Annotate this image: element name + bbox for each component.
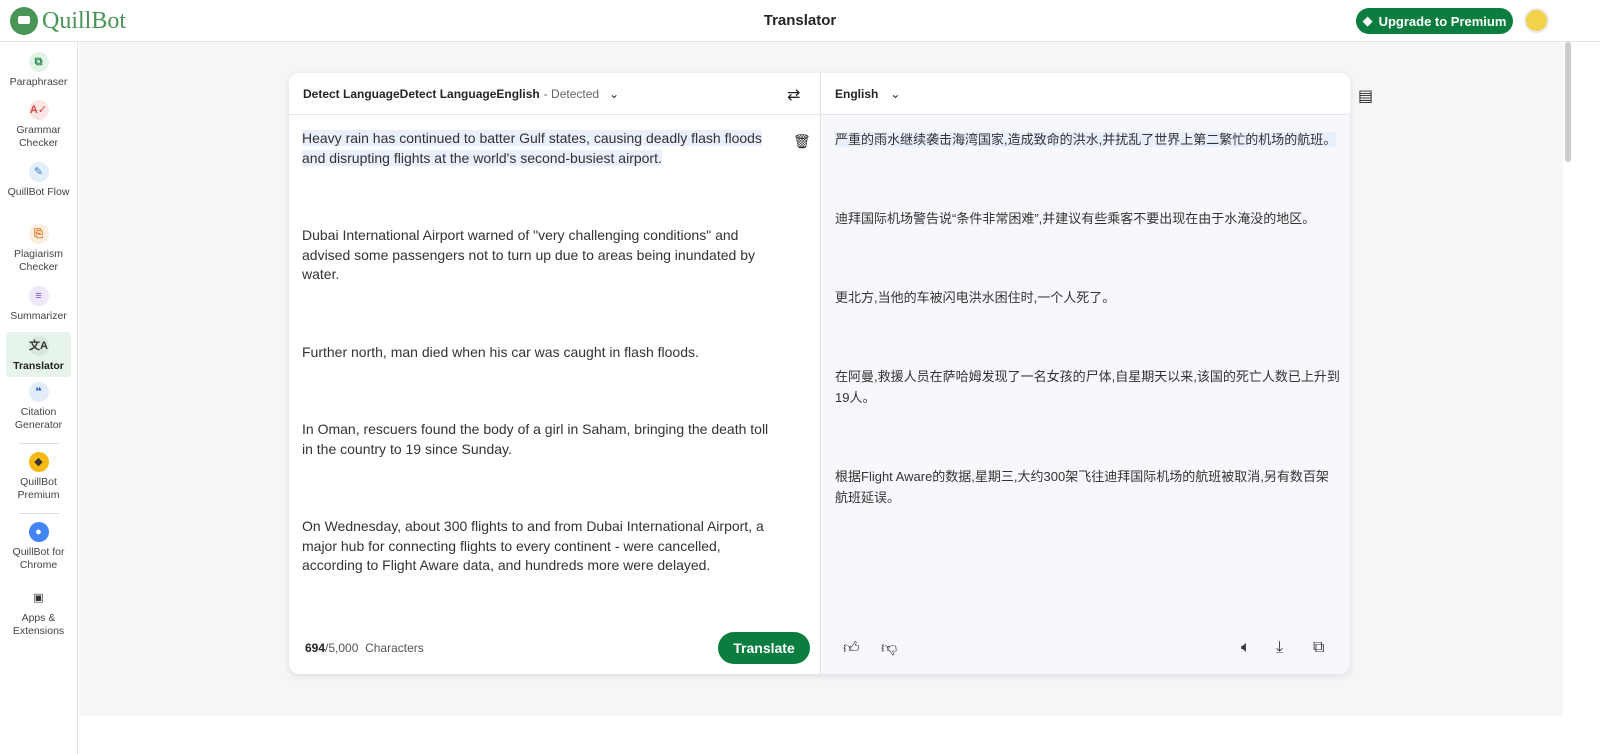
- copy-icon[interactable]: ⧉: [1313, 639, 1324, 657]
- paragraph: 根据Flight Aware的数据,星期三,大约300架飞往迪拜国际机场的航班被…: [835, 469, 1329, 505]
- translated-text: 严重的雨水继续袭击海湾国家,造成致命的洪水,并扰乱了世界上第二繁忙的机场的航班。…: [835, 129, 1340, 566]
- paragraph: Further north, man died when his car was…: [302, 343, 699, 360]
- scrollbar[interactable]: [1563, 42, 1600, 754]
- paragraph: Dubai International Airport warned of "v…: [302, 227, 755, 282]
- plagiarism-icon: ⎘: [28, 224, 49, 244]
- paragraph: Heavy rain has continued to batter Gulf …: [302, 130, 762, 166]
- comment-icon[interactable]: ▤: [1358, 86, 1373, 106]
- sidebar-item-grammar-checker[interactable]: A✓ Grammar Checker: [6, 100, 71, 150]
- summarizer-icon: ≡: [28, 286, 49, 306]
- sidebar-item-apps-extensions[interactable]: ▣ Apps & Extensions: [6, 588, 71, 638]
- source-text-input[interactable]: Heavy rain has continued to batter Gulf …: [302, 129, 772, 634]
- source-language-selector[interactable]: Detect LanguageDetect LanguageEnglish - D…: [289, 73, 820, 115]
- avatar[interactable]: [1524, 8, 1549, 33]
- translate-icon: 文A: [28, 336, 49, 356]
- target-panel: English ⌄ 严重的雨水继续袭击海湾国家,造成致命的洪水,并扰乱了世界上第二…: [820, 73, 1350, 674]
- sidebar-divider: [19, 513, 59, 514]
- sidebar-item-quillbot-flow[interactable]: ✎ QuillBot Flow: [6, 162, 71, 199]
- quote-icon: ❝: [28, 382, 49, 402]
- paragraph: 严重的雨水继续袭击海湾国家,造成致命的洪水,并扰乱了世界上第二繁忙的机场的航班。: [835, 132, 1337, 147]
- top-bar: QuillBot Translator ◆ Upgrade to Premium: [0, 0, 1600, 42]
- paraphraser-icon: ⧉: [28, 52, 49, 72]
- quill-icon: ✎: [28, 162, 49, 182]
- sidebar-item-paraphraser[interactable]: ⧉ Paraphraser: [6, 52, 71, 89]
- sidebar-item-summarizer[interactable]: ≡ Summarizer: [6, 286, 71, 323]
- sidebar-item-citation-generator[interactable]: ❝ Citation Generator: [6, 382, 71, 432]
- paragraph: 迪拜国际机场警告说“条件非常困难”,并建议有些乘客不要出现在由于水淹没的地区。: [835, 211, 1316, 226]
- translate-button[interactable]: Translate: [718, 632, 810, 664]
- target-language-selector[interactable]: English ⌄: [821, 73, 1350, 115]
- grammar-icon: A✓: [28, 100, 49, 120]
- paragraph: 在阿曼,救援人员在萨哈姆发现了一名女孩的尸体,自星期天以来,该国的死亡人数已上升…: [835, 369, 1340, 405]
- thumbs-up-icon[interactable]: 👍︎: [843, 639, 860, 658]
- paragraph: In Oman, rescuers found the body of a gi…: [302, 421, 769, 457]
- apps-icon: ▣: [33, 591, 44, 604]
- chevron-down-icon: ⌄: [890, 86, 901, 101]
- sidebar-item-plagiarism-checker[interactable]: ⎘ Plagiarism Checker: [6, 224, 71, 274]
- trash-icon[interactable]: 🗑: [793, 133, 811, 150]
- paragraph: On Wednesday, about 300 flights to and f…: [302, 518, 764, 573]
- character-count: 694/5,000 Characters: [305, 641, 424, 655]
- chevron-down-icon: ⌄: [609, 86, 620, 101]
- upgrade-button[interactable]: ◆ Upgrade to Premium: [1356, 8, 1513, 34]
- sidebar: ⧉ Paraphraser A✓ Grammar Checker ✎ QuillBot F…: [0, 42, 78, 754]
- diamond-icon: ◆: [1362, 13, 1373, 28]
- premium-icon: ◆: [28, 452, 49, 472]
- download-icon[interactable]: ⤓: [1276, 639, 1283, 657]
- thumbs-down-icon[interactable]: 👎︎: [881, 639, 897, 658]
- translator-card: Detect LanguageDetect LanguageEnglish - D…: [289, 73, 1350, 674]
- sidebar-item-quillbot-premium[interactable]: ◆ QuillBot Premium: [6, 452, 71, 502]
- paragraph: 更北方,当他的车被闪电洪水困住时,一个人死了。: [835, 290, 1116, 305]
- chrome-icon: ●: [28, 522, 49, 542]
- sidebar-item-translator[interactable]: 文A Translator: [6, 332, 71, 377]
- swap-languages-icon[interactable]: ⇄: [787, 85, 800, 105]
- speaker-icon[interactable]: 🔈︎: [1241, 639, 1251, 657]
- sidebar-divider: [19, 443, 59, 444]
- sidebar-item-quillbot-for-chrome[interactable]: ● QuillBot for Chrome: [6, 522, 71, 572]
